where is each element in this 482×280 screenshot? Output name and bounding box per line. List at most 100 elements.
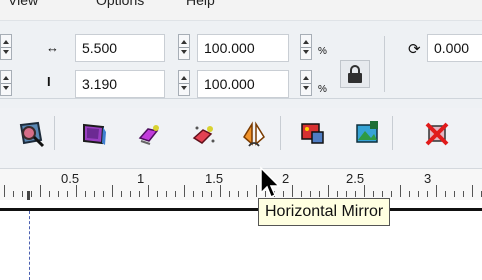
ruler-tick <box>400 185 401 197</box>
width-field[interactable]: 5.500 <box>75 34 165 62</box>
menu-help[interactable]: Help <box>186 0 215 8</box>
ruler-tick <box>85 191 86 197</box>
ruler-tick <box>130 191 131 197</box>
scale-x-field[interactable]: 100.000 <box>197 34 289 62</box>
ruler-tick <box>13 191 14 197</box>
ruler-tick <box>58 191 59 197</box>
ruler-tick <box>157 191 158 197</box>
scale-y-field[interactable]: 100.000 <box>197 70 289 98</box>
drawing-canvas[interactable] <box>0 200 482 280</box>
ruler-label: 2.5 <box>346 171 365 186</box>
ruler-tick <box>202 191 203 197</box>
ruler-tick <box>112 185 113 197</box>
ruler-tick <box>193 191 194 197</box>
ruler-tick <box>454 191 455 197</box>
ruler-tick <box>427 191 428 197</box>
ruler-tick <box>220 185 221 197</box>
ruler-tick <box>436 185 437 197</box>
ruler-label: 1 <box>137 171 145 186</box>
bitmap-tool-button[interactable] <box>351 118 381 148</box>
delete-effect-button[interactable] <box>421 118 451 148</box>
tooltip: Horizontal Mirror <box>258 198 391 226</box>
ruler-tick <box>94 191 95 197</box>
ruler-tick <box>247 191 248 197</box>
rotate-icon: ⟳ <box>408 41 421 58</box>
ruler-tick <box>346 191 347 197</box>
horizontal-mirror-icon <box>243 121 265 147</box>
ruler-tick <box>328 185 329 197</box>
ruler-tick <box>463 191 464 197</box>
ruler-tick <box>40 185 41 197</box>
scale-y-spinner[interactable] <box>178 70 190 96</box>
ruler-label: 3 <box>424 171 432 186</box>
bitmap-tool-icon <box>356 121 378 143</box>
menu-view[interactable]: View <box>8 0 38 8</box>
height-icon: I <box>47 74 51 89</box>
ruler-tick <box>166 191 167 197</box>
ruler-tick <box>355 191 356 197</box>
ruler-tick <box>103 191 104 197</box>
percent-y-label: % <box>318 84 327 95</box>
effects-toolbar <box>0 108 482 168</box>
scale-x-arrow-spinner[interactable] <box>300 34 312 60</box>
perspective-tool-icon <box>83 123 106 145</box>
position-y-spinner[interactable] <box>0 70 12 96</box>
ruler-tick <box>22 191 23 197</box>
ruler-tick <box>49 191 50 197</box>
ruler-tick <box>319 191 320 197</box>
percent-x-label: % <box>318 46 327 57</box>
ruler-tick <box>382 191 383 197</box>
vertical-guide-line[interactable] <box>29 211 30 280</box>
scale-x-spinner[interactable] <box>178 34 190 60</box>
extrude-tool-icon <box>138 125 159 145</box>
ruler-tick <box>238 191 239 197</box>
envelope-tool-icon <box>19 121 45 148</box>
perspective-tool-button[interactable] <box>78 118 108 148</box>
menu-options[interactable]: Options <box>96 0 144 8</box>
position-x-spinner[interactable] <box>0 34 12 60</box>
ruler-label: 0.5 <box>61 171 80 186</box>
ruler-tick <box>256 185 257 197</box>
page-border-line <box>0 208 482 211</box>
ruler-tick <box>4 185 5 197</box>
rotation-field[interactable]: 0.000 <box>427 34 482 62</box>
height-field[interactable]: 3.190 <box>75 70 165 98</box>
effects-tool-icon <box>301 123 324 144</box>
ruler-tick <box>301 191 302 197</box>
ruler-tick <box>373 191 374 197</box>
width-icon: ↔ <box>46 40 59 55</box>
ruler-tick <box>76 185 77 197</box>
horizontal-mirror-button[interactable] <box>238 118 268 148</box>
ruler-tick <box>391 191 392 197</box>
ruler-tick <box>229 191 230 197</box>
ruler-tick <box>292 185 293 197</box>
ruler-tick <box>139 191 140 197</box>
ruler-tick <box>409 191 410 197</box>
ruler-label: 1.5 <box>205 171 224 186</box>
blend-tool-icon <box>192 126 215 144</box>
ruler-tick <box>175 191 176 197</box>
effects-tool-button[interactable] <box>296 118 326 148</box>
delete-effect-icon <box>425 122 449 146</box>
ruler-tick <box>67 191 68 197</box>
ruler-tick <box>283 191 284 197</box>
ruler-tick <box>211 191 212 197</box>
horizontal-ruler: 0.5 1 1.5 2 2.5 3 <box>0 168 482 201</box>
ruler-tick <box>364 185 365 197</box>
blend-tool-button[interactable] <box>187 118 217 148</box>
ruler-tick <box>121 191 122 197</box>
ruler-tick <box>337 191 338 197</box>
scale-y-arrow-spinner[interactable] <box>300 70 312 96</box>
envelope-tool-button[interactable] <box>15 118 45 148</box>
menu-bar: View Options Help <box>0 0 482 20</box>
lock-ratio-button[interactable] <box>340 60 370 88</box>
ruler-tick <box>472 185 473 197</box>
ruler-label: 2 <box>282 171 290 186</box>
ruler-tick <box>418 191 419 197</box>
extrude-tool-button[interactable] <box>133 118 163 148</box>
ruler-tick <box>310 191 311 197</box>
ruler-tick <box>31 191 32 197</box>
property-divider <box>384 36 385 92</box>
ruler-tick <box>148 185 149 197</box>
ruler-tick <box>445 191 446 197</box>
